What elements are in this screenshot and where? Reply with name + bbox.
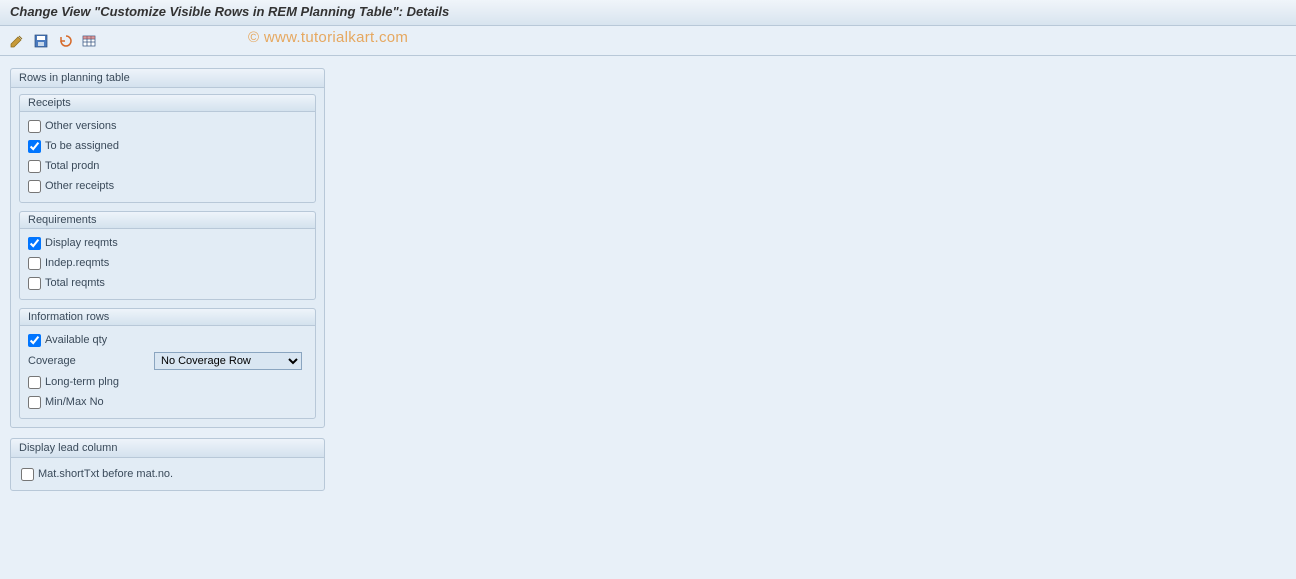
page-title: Change View "Customize Visible Rows in R…	[10, 4, 1286, 19]
row-indep-reqmts: Indep.reqmts	[28, 253, 307, 273]
title-bar: Change View "Customize Visible Rows in R…	[0, 0, 1296, 26]
row-other-versions: Other versions	[28, 116, 307, 136]
label-other-versions: Other versions	[45, 120, 117, 132]
label-total-reqmts: Total reqmts	[45, 277, 105, 289]
label-coverage: Coverage	[28, 355, 150, 367]
checkbox-indep-reqmts[interactable]	[28, 257, 41, 270]
group-title-receipts: Receipts	[20, 95, 315, 112]
row-min-max-no: Min/Max No	[28, 392, 307, 412]
label-available-qty: Available qty	[45, 334, 107, 346]
label-mat-shorttxt: Mat.shortTxt before mat.no.	[38, 468, 173, 480]
group-title-requirements: Requirements	[20, 212, 315, 229]
row-mat-shorttxt: Mat.shortTxt before mat.no.	[21, 464, 314, 484]
panel-title-display-lead-column: Display lead column	[11, 439, 324, 458]
group-receipts: Receipts Other versions To be assigned T…	[19, 94, 316, 203]
label-display-reqmts: Display reqmts	[45, 237, 118, 249]
label-indep-reqmts: Indep.reqmts	[45, 257, 109, 269]
label-other-receipts: Other receipts	[45, 180, 114, 192]
save-icon[interactable]	[32, 32, 50, 50]
toolbar: © www.tutorialkart.com	[0, 26, 1296, 56]
label-min-max-no: Min/Max No	[45, 396, 104, 408]
row-coverage: Coverage No Coverage Row	[28, 350, 307, 372]
row-total-reqmts: Total reqmts	[28, 273, 307, 293]
checkbox-min-max-no[interactable]	[28, 396, 41, 409]
watermark: © www.tutorialkart.com	[248, 29, 408, 46]
row-display-reqmts: Display reqmts	[28, 233, 307, 253]
label-total-prodn: Total prodn	[45, 160, 99, 172]
row-available-qty: Available qty	[28, 330, 307, 350]
table-settings-icon[interactable]	[80, 32, 98, 50]
checkbox-display-reqmts[interactable]	[28, 237, 41, 250]
panel-display-lead-column: Display lead column Mat.shortTxt before …	[10, 438, 325, 491]
row-other-receipts: Other receipts	[28, 176, 307, 196]
panel-rows-planning-table: Rows in planning table Receipts Other ve…	[10, 68, 325, 428]
panel-title-rows-planning: Rows in planning table	[11, 69, 324, 88]
select-coverage[interactable]: No Coverage Row	[154, 352, 302, 370]
content-area: Rows in planning table Receipts Other ve…	[0, 56, 1296, 579]
undo-icon[interactable]	[56, 32, 74, 50]
checkbox-other-receipts[interactable]	[28, 180, 41, 193]
row-total-prodn: Total prodn	[28, 156, 307, 176]
group-information-rows: Information rows Available qty Coverage …	[19, 308, 316, 419]
label-to-be-assigned: To be assigned	[45, 140, 119, 152]
checkbox-total-reqmts[interactable]	[28, 277, 41, 290]
checkbox-available-qty[interactable]	[28, 334, 41, 347]
row-long-term-plng: Long-term plng	[28, 372, 307, 392]
row-to-be-assigned: To be assigned	[28, 136, 307, 156]
checkbox-total-prodn[interactable]	[28, 160, 41, 173]
edit-icon[interactable]	[8, 32, 26, 50]
label-long-term-plng: Long-term plng	[45, 376, 119, 388]
group-title-information-rows: Information rows	[20, 309, 315, 326]
checkbox-other-versions[interactable]	[28, 120, 41, 133]
group-requirements: Requirements Display reqmts Indep.reqmts…	[19, 211, 316, 300]
checkbox-to-be-assigned[interactable]	[28, 140, 41, 153]
checkbox-mat-shorttxt[interactable]	[21, 468, 34, 481]
checkbox-long-term-plng[interactable]	[28, 376, 41, 389]
